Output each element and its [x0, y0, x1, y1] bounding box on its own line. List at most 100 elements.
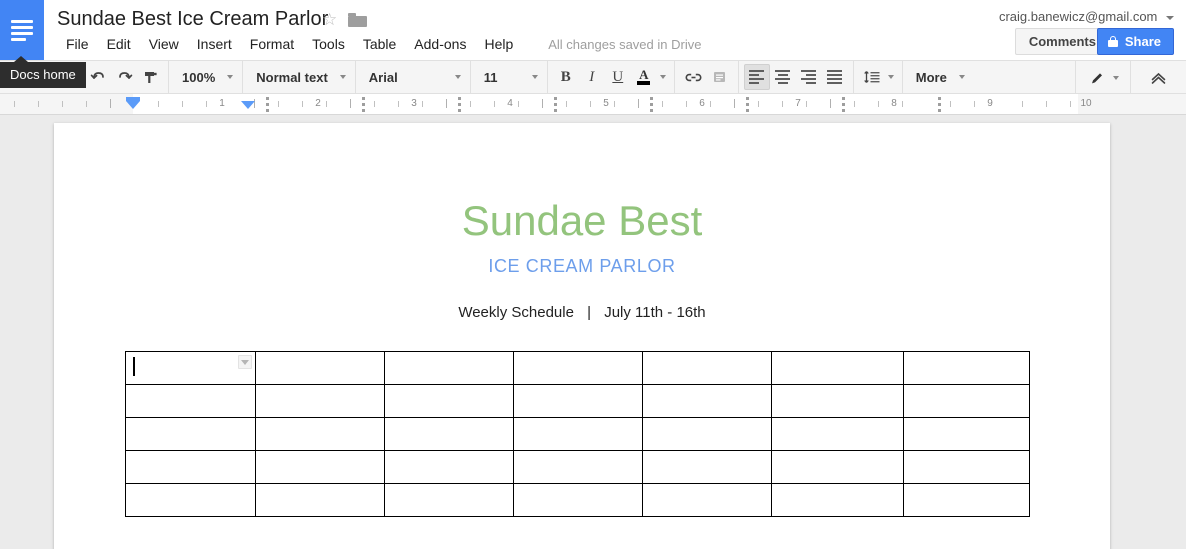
menu-help[interactable]: Help — [475, 33, 522, 55]
paint-format-icon[interactable] — [137, 64, 163, 90]
bold-button[interactable]: B — [553, 64, 579, 90]
ruler[interactable]: 1 2 3 4 5 6 7 8 9 10 — [0, 94, 1186, 115]
star-icon[interactable]: ☆ — [322, 11, 337, 28]
editing-mode-dropdown[interactable] — [1110, 65, 1122, 91]
collapse-chevron-icon[interactable] — [1145, 65, 1172, 91]
ruler-number-1: 1 — [219, 98, 225, 109]
share-button[interactable]: Share — [1096, 28, 1174, 55]
line-spacing-dropdown[interactable] — [885, 64, 897, 90]
menu-tools[interactable]: Tools — [303, 33, 354, 55]
align-left-button[interactable] — [743, 64, 770, 90]
paragraph-style-selector[interactable]: Normal text — [248, 64, 350, 90]
table-cell[interactable] — [771, 483, 904, 517]
text-color-dropdown[interactable] — [657, 64, 669, 90]
menu-table[interactable]: Table — [354, 33, 405, 55]
font-family-selector[interactable]: Arial — [361, 64, 465, 90]
table-cell[interactable] — [642, 483, 772, 517]
table-cell[interactable] — [513, 351, 643, 385]
docs-home-button[interactable] — [0, 0, 44, 60]
left-indent-marker[interactable] — [126, 101, 140, 109]
align-justify-button[interactable] — [822, 64, 848, 90]
document-title[interactable]: Sundae Best Ice Cream Parlor — [57, 8, 328, 31]
table-cell[interactable] — [903, 384, 1030, 418]
table-cell[interactable] — [642, 351, 772, 385]
tab-stop[interactable] — [938, 97, 941, 112]
cell-dropdown-button[interactable] — [238, 355, 252, 369]
table-cell[interactable] — [384, 384, 514, 418]
table-row[interactable] — [125, 351, 1030, 385]
redo-icon[interactable] — [111, 64, 137, 90]
document-page[interactable]: Sundae Best ICE CREAM PARLOR Weekly Sche… — [54, 123, 1110, 549]
table-row[interactable] — [125, 450, 1030, 484]
table-cell[interactable] — [642, 450, 772, 484]
tab-stop[interactable] — [266, 97, 269, 112]
table-cell[interactable] — [513, 483, 643, 517]
table-cell[interactable] — [771, 450, 904, 484]
table-cell[interactable] — [903, 450, 1030, 484]
menu-format[interactable]: Format — [241, 33, 303, 55]
font-family-value: Arial — [368, 69, 398, 85]
table-cell[interactable] — [384, 483, 514, 517]
table-row[interactable] — [125, 384, 1030, 418]
menu-insert[interactable]: Insert — [188, 33, 241, 55]
account-menu[interactable]: craig.banewicz@gmail.com — [999, 9, 1174, 24]
table-row[interactable] — [125, 417, 1030, 451]
folder-icon[interactable] — [348, 13, 367, 27]
table-cell[interactable] — [255, 417, 385, 451]
table-cell[interactable] — [771, 384, 904, 418]
table-cell[interactable] — [903, 417, 1030, 451]
font-size-selector[interactable]: 11 — [476, 64, 542, 90]
edit-pencil-icon[interactable] — [1084, 65, 1110, 91]
table-cell[interactable] — [125, 351, 256, 385]
table-cell[interactable] — [125, 483, 256, 517]
table-row[interactable] — [125, 483, 1030, 517]
tab-stop[interactable] — [362, 97, 365, 112]
table-cell[interactable] — [125, 417, 256, 451]
zoom-group: 100% — [169, 60, 244, 94]
insert-link-icon[interactable] — [680, 64, 707, 90]
menu-edit[interactable]: Edit — [98, 33, 140, 55]
table-cell[interactable] — [771, 417, 904, 451]
comments-button[interactable]: Comments — [1014, 28, 1110, 55]
table-cell[interactable] — [125, 450, 256, 484]
text-color-button[interactable]: A — [631, 64, 657, 90]
align-right-button[interactable] — [796, 64, 822, 90]
undo-icon[interactable] — [85, 64, 111, 90]
right-indent-marker[interactable] — [241, 101, 255, 109]
table-cell[interactable] — [642, 384, 772, 418]
table-cell[interactable] — [255, 483, 385, 517]
table-cell[interactable] — [513, 450, 643, 484]
tab-stop[interactable] — [746, 97, 749, 112]
editing-mode-group — [1075, 61, 1130, 95]
table-cell[interactable] — [513, 384, 643, 418]
tab-stop[interactable] — [458, 97, 461, 112]
table-cell[interactable] — [384, 351, 514, 385]
table-cell[interactable] — [384, 417, 514, 451]
table-cell[interactable] — [513, 417, 643, 451]
table-cell[interactable] — [125, 384, 256, 418]
tab-stop[interactable] — [842, 97, 845, 112]
tab-stop[interactable] — [554, 97, 557, 112]
zoom-selector[interactable]: 100% — [174, 64, 237, 90]
table-cell[interactable] — [903, 483, 1030, 517]
insert-group — [675, 60, 739, 94]
table-cell[interactable] — [255, 384, 385, 418]
line-spacing-button[interactable] — [859, 64, 885, 90]
history-group — [80, 60, 169, 94]
table-cell[interactable] — [771, 351, 904, 385]
menu-file[interactable]: File — [57, 33, 98, 55]
more-button[interactable]: More — [908, 64, 969, 90]
table-cell[interactable] — [903, 351, 1030, 385]
table-cell[interactable] — [642, 417, 772, 451]
table-cell[interactable] — [255, 450, 385, 484]
insert-comment-icon[interactable] — [707, 64, 733, 90]
align-center-button[interactable] — [770, 64, 796, 90]
italic-button[interactable]: I — [579, 64, 605, 90]
underline-button[interactable]: U — [605, 64, 631, 90]
table-cell[interactable] — [255, 351, 385, 385]
tab-stop[interactable] — [650, 97, 653, 112]
table-cell[interactable] — [384, 450, 514, 484]
schedule-table[interactable] — [125, 351, 1030, 517]
menu-view[interactable]: View — [140, 33, 188, 55]
menu-addons[interactable]: Add-ons — [405, 33, 475, 55]
